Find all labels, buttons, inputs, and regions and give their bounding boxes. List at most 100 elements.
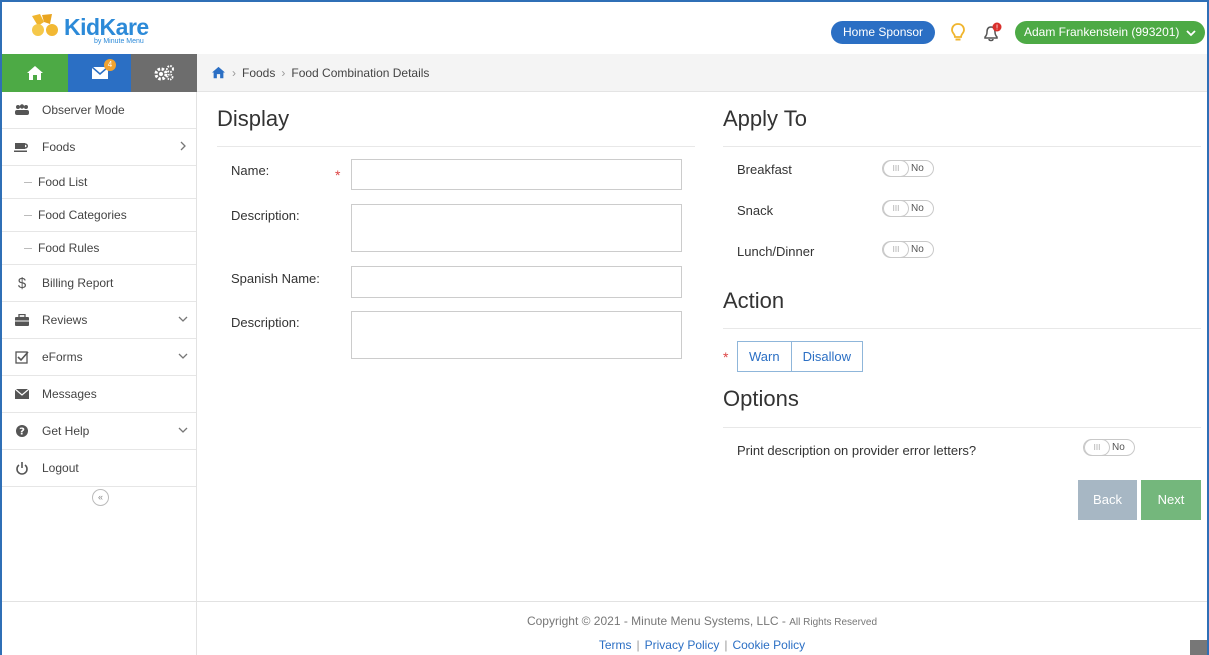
terms-link[interactable]: Terms	[599, 638, 632, 652]
apply-to-heading: Apply To	[723, 106, 807, 131]
back-button[interactable]: Back	[1078, 480, 1137, 520]
required-asterisk: *	[335, 167, 341, 183]
action-segmented-control: Warn Disallow	[737, 341, 863, 372]
toggle-knob: III	[883, 200, 909, 217]
home-icon	[27, 66, 43, 80]
chevron-down-icon	[1186, 30, 1196, 37]
breadcrumb-item-foods[interactable]: Foods	[242, 66, 275, 80]
lunch-dinner-label: Lunch/Dinner	[737, 244, 815, 259]
footer-copyright: Copyright © 2021 - Minute Menu Systems, …	[197, 614, 1207, 628]
snack-toggle[interactable]: III No	[882, 200, 934, 217]
app-frame: KidKare by Minute Menu Home Sponsor ! Ad…	[0, 0, 1209, 655]
power-icon	[14, 460, 30, 476]
dollar-icon: $	[17, 274, 27, 292]
toggle-value: No	[911, 203, 924, 214]
sidebar-item-messages[interactable]: Messages	[2, 376, 196, 413]
sidebar-item-food-rules[interactable]: Food Rules	[2, 232, 196, 265]
footer-divider	[2, 601, 1207, 602]
kidkare-logo[interactable]: KidKare by Minute Menu	[26, 10, 186, 46]
privacy-policy-link[interactable]: Privacy Policy	[645, 638, 720, 652]
scroll-to-top-button[interactable]	[1190, 640, 1207, 655]
toggle-value: No	[911, 163, 924, 174]
home-icon[interactable]	[211, 66, 226, 79]
sidebar-item-label: Observer Mode	[42, 103, 125, 117]
svg-text:?: ?	[19, 427, 25, 438]
required-asterisk: *	[723, 349, 729, 365]
sidebar-item-label: eForms	[42, 350, 83, 364]
chevron-right-icon	[180, 141, 186, 151]
logo-subtitle: by Minute Menu	[94, 38, 144, 45]
home-sponsor-button[interactable]: Home Sponsor	[831, 21, 936, 44]
toggle-value: No	[911, 244, 924, 255]
description-label: Description:	[231, 208, 300, 223]
cookie-policy-link[interactable]: Cookie Policy	[732, 638, 805, 652]
main-content: Display Name: * Description: Spanish Nam…	[197, 92, 1207, 655]
breadcrumb-separator: ›	[232, 65, 236, 80]
options-heading: Options	[723, 386, 799, 411]
user-menu-button[interactable]: Adam Frankenstein (993201)	[1015, 21, 1205, 44]
toggle-value: No	[1112, 442, 1125, 453]
sidebar-item-label: Food Rules	[38, 241, 100, 255]
user-name: Adam Frankenstein (993201)	[1024, 25, 1180, 39]
divider	[723, 427, 1201, 428]
display-heading: Display	[217, 106, 290, 131]
print-description-toggle[interactable]: III No	[1083, 439, 1135, 456]
main-icon-row: 4	[2, 54, 197, 92]
sidebar-item-eforms[interactable]: eForms	[2, 339, 196, 376]
mail-button[interactable]: 4	[68, 54, 131, 92]
coffee-cup-icon	[14, 139, 30, 155]
breakfast-label: Breakfast	[737, 162, 792, 177]
spanish-name-input[interactable]	[351, 266, 682, 298]
name-input[interactable]	[351, 159, 682, 190]
disallow-option[interactable]: Disallow	[790, 342, 862, 371]
divider	[217, 146, 695, 147]
breadcrumb-item-current: Food Combination Details	[291, 65, 430, 80]
sidebar-item-food-list[interactable]: Food List	[2, 166, 196, 199]
warn-option[interactable]: Warn	[738, 342, 791, 371]
sidebar-item-reviews[interactable]: Reviews	[2, 302, 196, 339]
footer-links: Terms | Privacy Policy | Cookie Policy	[598, 638, 806, 652]
settings-button[interactable]	[131, 54, 197, 92]
collapse-sidebar-icon[interactable]: «	[92, 489, 109, 506]
spanish-description-input[interactable]	[351, 311, 682, 359]
logo-text: KidKare	[64, 14, 149, 40]
breakfast-toggle[interactable]: III No	[882, 160, 934, 177]
description-input[interactable]	[351, 204, 682, 252]
lightbulb-icon[interactable]	[950, 22, 966, 44]
briefcase-icon	[14, 312, 30, 328]
next-button[interactable]: Next	[1141, 480, 1201, 520]
sidebar-item-foods[interactable]: Foods	[2, 129, 196, 166]
svg-text:!: !	[996, 24, 999, 32]
rights-text: All Rights Reserved	[789, 617, 878, 628]
divider	[723, 328, 1201, 329]
snack-label: Snack	[737, 203, 774, 218]
lunch-dinner-toggle[interactable]: III No	[882, 241, 934, 258]
sidebar-item-food-categories[interactable]: Food Categories	[2, 199, 196, 232]
gears-icon	[154, 65, 174, 81]
sidebar-item-label: Foods	[42, 140, 76, 154]
toggle-knob: III	[883, 160, 909, 177]
breadcrumb: › Foods › Food Combination Details	[197, 54, 1207, 92]
copyright-text: Copyright © 2021 - Minute Menu Systems, …	[526, 614, 790, 628]
users-group-icon	[14, 102, 30, 118]
top-bar: KidKare by Minute Menu Home Sponsor ! Ad…	[2, 2, 1207, 54]
chevron-down-icon	[178, 427, 188, 433]
sidebar-item-get-help[interactable]: ? Get Help	[2, 413, 196, 450]
sidebar-item-logout[interactable]: Logout	[2, 450, 196, 487]
action-heading: Action	[723, 288, 785, 313]
logo-mark-icon	[32, 14, 58, 36]
sidebar-item-observer-mode[interactable]: Observer Mode	[2, 92, 196, 129]
chevron-down-icon	[178, 316, 188, 322]
sidebar-item-label: Reviews	[42, 313, 88, 327]
sidebar-item-billing-report[interactable]: $ Billing Report	[2, 265, 196, 302]
question-circle-icon: ?	[14, 423, 30, 439]
chevron-down-icon	[178, 353, 188, 359]
home-button[interactable]	[2, 54, 68, 92]
print-description-label: Print description on provider error lett…	[737, 443, 977, 458]
sidebar-item-label: Food Categories	[38, 208, 127, 222]
spanish-description-label: Description:	[231, 315, 300, 330]
notification-bell-icon[interactable]: !	[981, 22, 1003, 44]
spanish-name-label: Spanish Name:	[231, 271, 320, 286]
sidebar-item-label: Logout	[42, 461, 79, 475]
sidebar-item-label: Billing Report	[42, 276, 114, 290]
